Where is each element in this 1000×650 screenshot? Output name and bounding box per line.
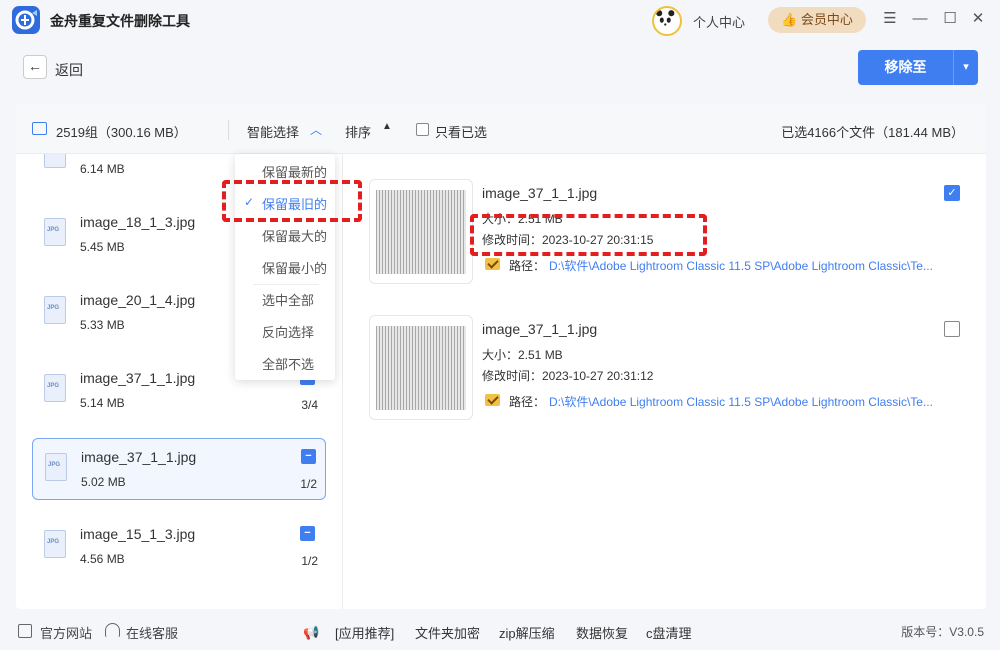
headset-icon — [105, 623, 120, 638]
detail-path[interactable]: D:\软件\Adobe Lightroom Classic 11.5 SP\Ad… — [549, 257, 959, 274]
thumbnail-preview — [376, 326, 466, 410]
official-site-link[interactable]: 官方网站 — [40, 623, 92, 642]
jpg-file-icon: JPG — [44, 374, 66, 402]
vip-center-label: 会员中心 — [800, 12, 853, 27]
avatar[interactable] — [652, 6, 682, 36]
footer-link-c-drive[interactable]: c盘清理 — [646, 623, 692, 642]
image-group-icon — [32, 122, 47, 135]
selection-count: 3/4 — [301, 398, 318, 412]
jpg-file-icon: JPG — [45, 453, 67, 481]
megaphone-icon: 📢 — [303, 625, 320, 640]
selection-count: 1/2 — [301, 554, 318, 568]
folder-check-icon — [485, 394, 500, 406]
dropdown-item[interactable]: 选中全部 — [262, 290, 314, 309]
selected-summary: 已选4166个文件（181.44 MB） — [781, 125, 964, 140]
file-name: image_37_1_1.jpg — [81, 449, 197, 465]
jpg-file-icon: JPG — [44, 296, 66, 324]
detail-file-name: image_37_1_1.jpg — [482, 185, 598, 201]
dropdown-item[interactable]: 全部不选 — [262, 354, 314, 373]
file-name: image_37_1_1.jpg — [80, 370, 196, 386]
file-name: image_20_1_4.jpg — [80, 292, 196, 308]
online-service-link[interactable]: 在线客服 — [126, 623, 178, 642]
sort-button[interactable]: 排序 — [345, 122, 371, 141]
highlight-keep-oldest — [222, 180, 362, 222]
dropdown-separator — [253, 284, 319, 285]
highlight-modified-time — [470, 214, 707, 256]
detail-path-label: 路径： — [509, 395, 546, 409]
thumbnail-preview — [376, 190, 466, 274]
vip-center-button[interactable]: 👍 会员中心 — [768, 7, 866, 33]
footer: 官方网站 在线客服 📢 [应用推荐] 文件夹加密 zip解压缩 数据恢复 c盘清… — [0, 612, 1000, 650]
move-to-label[interactable]: 移除至 — [858, 50, 953, 85]
dropdown-item[interactable]: 保留最小的 — [262, 258, 327, 277]
footer-link-folder-encrypt[interactable]: 文件夹加密 — [415, 623, 480, 642]
file-detail-card: image_37_1_1.jpg 大小：2.51 MB 修改时间：2023-10-2… — [369, 315, 969, 420]
list-item[interactable]: JPG image_37_1_1.jpg 5.02 MB − 1/2 — [32, 438, 326, 500]
image-thumbnail[interactable] — [369, 315, 473, 420]
list-divider — [342, 154, 343, 609]
dropdown-item[interactable]: 反向选择 — [262, 322, 314, 341]
file-size: 6.14 MB — [80, 162, 125, 176]
chevron-down-icon[interactable]: ▾ — [953, 50, 978, 85]
partial-check-icon[interactable]: − — [300, 526, 315, 541]
folder-check-icon — [485, 258, 500, 270]
smart-select-button[interactable]: 智能选择 — [247, 122, 299, 141]
detail-path[interactable]: D:\软件\Adobe Lightroom Classic 11.5 SP\Ad… — [549, 393, 959, 410]
footer-link-data-recovery[interactable]: 数据恢复 — [576, 623, 628, 642]
only-selected-label[interactable]: 只看已选 — [435, 122, 487, 141]
chevron-up-icon[interactable]: ︿ — [310, 121, 322, 138]
detail-modified-time: 修改时间：2023-10-27 20:31:12 — [482, 369, 654, 383]
list-item[interactable]: JPG image_15_1_3.jpg 4.56 MB − 1/2 — [32, 516, 326, 578]
footer-link-zip[interactable]: zip解压缩 — [499, 623, 555, 642]
menu-icon[interactable]: ☰ — [881, 10, 899, 28]
move-to-button[interactable]: 移除至 ▾ — [858, 50, 978, 85]
group-summary: 2519组（300.16 MB） — [56, 125, 187, 140]
minimize-icon[interactable]: — — [911, 10, 929, 28]
detail-path-label: 路径： — [509, 259, 546, 273]
dropdown-item[interactable]: 保留最新的 — [262, 162, 327, 181]
file-select-checkbox[interactable] — [944, 321, 960, 337]
recommend-label: [应用推荐] — [335, 626, 395, 641]
file-name: image_15_1_3.jpg — [80, 526, 196, 542]
jpg-file-icon: JPG — [44, 154, 66, 168]
toolbar: 2519组（300.16 MB） 智能选择 ︿ 排序 ▲ 只看已选 已选4166… — [16, 104, 986, 154]
close-icon[interactable]: ✕ — [969, 10, 987, 28]
dropdown-item[interactable]: 保留最大的 — [262, 226, 327, 245]
jpg-file-icon: JPG — [44, 218, 66, 246]
app-title: 金舟重复文件删除工具 — [50, 13, 190, 29]
maximize-icon[interactable]: ☐ — [941, 10, 959, 28]
file-size: 5.14 MB — [80, 396, 125, 410]
only-selected-checkbox[interactable] — [416, 123, 429, 136]
version-label: 版本号：V3.0.5 — [901, 625, 984, 639]
file-name: image_18_1_3.jpg — [80, 214, 196, 230]
detail-file-size: 大小：2.51 MB — [482, 348, 563, 362]
sort-icon[interactable]: ▲ — [382, 121, 392, 132]
title-bar: 金舟重复文件删除工具 个人中心 👍 会员中心 ☰ — ☐ ✕ — [0, 0, 1000, 40]
file-size: 5.33 MB — [80, 318, 125, 332]
app-logo-icon — [12, 6, 40, 34]
jpg-file-icon: JPG — [44, 530, 66, 558]
thumbs-up-icon: 👍 — [781, 12, 798, 27]
file-select-checkbox[interactable]: ✓ — [944, 185, 960, 201]
file-size: 5.02 MB — [81, 475, 126, 489]
file-size: 4.56 MB — [80, 552, 125, 566]
file-size: 5.45 MB — [80, 240, 125, 254]
partial-check-icon[interactable]: − — [301, 449, 316, 464]
back-arrow-icon[interactable]: ← — [23, 55, 47, 79]
selection-count: 1/2 — [300, 477, 317, 491]
back-link[interactable]: 返回 — [55, 60, 83, 80]
website-icon — [18, 624, 32, 638]
toolbar-divider — [228, 120, 229, 140]
image-thumbnail[interactable] — [369, 179, 473, 284]
detail-file-name: image_37_1_1.jpg — [482, 321, 598, 337]
user-center-link[interactable]: 个人中心 — [693, 12, 745, 31]
